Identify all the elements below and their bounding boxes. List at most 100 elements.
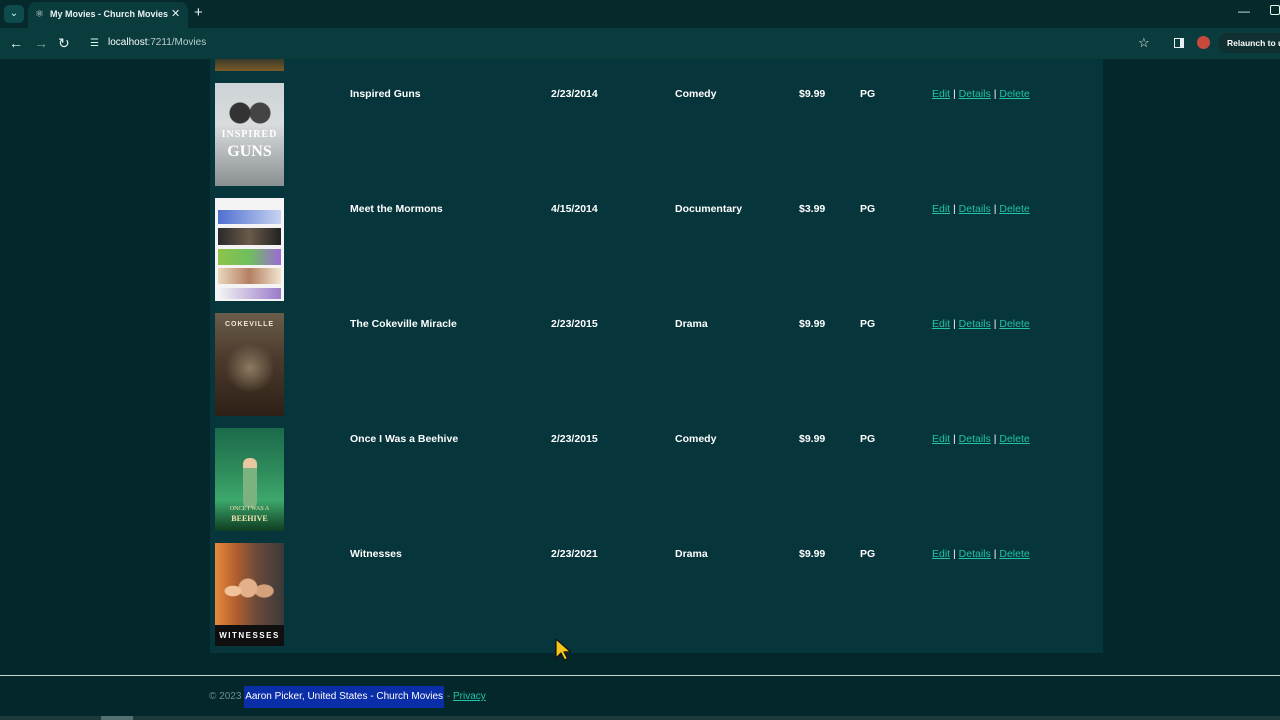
edit-link[interactable]: Edit <box>932 433 950 445</box>
back-arrow-icon[interactable]: ← <box>9 35 23 51</box>
table-row: Meet the Mormons 4/15/2014 Documentary $… <box>210 198 1103 313</box>
separator: | <box>993 88 997 100</box>
movie-price: $9.99 <box>799 88 826 100</box>
browser-toolbar: ← → ↻ ☰ localhost:7211/Movies ☆ Relaunch… <box>0 28 1280 59</box>
movie-genre: Drama <box>675 318 708 330</box>
details-link[interactable]: Details <box>959 88 991 100</box>
poster-text: BEEHIVE <box>231 514 268 523</box>
movie-title: The Cokeville Miracle <box>350 318 457 330</box>
table-row: ONCE I WAS A BEEHIVE Once I Was a Beehiv… <box>210 428 1103 543</box>
movie-genre: Documentary <box>675 203 743 215</box>
poster-band <box>218 288 281 299</box>
delete-link[interactable]: Delete <box>999 203 1029 215</box>
delete-link[interactable]: Delete <box>999 433 1029 445</box>
row-actions: Edit | Details | Delete <box>932 433 1030 445</box>
poster-band <box>218 249 281 265</box>
separator: | <box>953 318 956 330</box>
separator: | <box>953 88 956 100</box>
page-viewport: INSPIRED GUNS Inspired Guns 2/23/2014 Co… <box>0 59 1280 720</box>
movie-rating: PG <box>860 88 876 100</box>
movie-price: $9.99 <box>799 548 826 560</box>
movie-rating: PG <box>860 318 876 330</box>
movie-price: $9.99 <box>799 433 826 445</box>
row-actions: Edit | Details | Delete <box>932 88 1030 100</box>
restore-window-icon[interactable] <box>1270 5 1280 15</box>
delete-link[interactable]: Delete <box>999 548 1029 560</box>
separator: | <box>993 318 997 330</box>
movie-price: $3.99 <box>799 203 826 215</box>
details-link[interactable]: Details <box>959 548 991 560</box>
details-link[interactable]: Details <box>959 318 991 330</box>
delete-link[interactable]: Delete <box>999 88 1029 100</box>
details-link[interactable]: Details <box>959 433 991 445</box>
bookmark-star-icon[interactable]: ☆ <box>1138 35 1150 51</box>
movie-title: Meet the Mormons <box>350 203 443 215</box>
movie-title: Witnesses <box>350 548 402 560</box>
poster-text: COKEVILLE <box>224 321 275 328</box>
poster-text: ONCE I WAS A <box>229 506 270 512</box>
separator: | <box>993 548 997 560</box>
previous-movie-poster <box>215 59 284 71</box>
movie-genre: Comedy <box>675 88 717 100</box>
url-host: localhost <box>108 37 148 48</box>
details-link[interactable]: Details <box>959 203 991 215</box>
url-path: :7211/Movies <box>147 37 207 48</box>
row-actions: Edit | Details | Delete <box>932 203 1030 215</box>
table-row: INSPIRED GUNS Inspired Guns 2/23/2014 Co… <box>210 83 1103 198</box>
movie-genre: Comedy <box>675 433 717 445</box>
separator: | <box>993 203 997 215</box>
tab-search-chevron-icon[interactable]: ⌄ <box>4 5 24 23</box>
edit-link[interactable]: Edit <box>932 318 950 330</box>
address-bar[interactable]: localhost:7211/Movies <box>108 37 206 48</box>
footer-text: © 2023 Aaron Picker, United States - Chu… <box>209 686 486 708</box>
movie-rating: PG <box>860 548 876 560</box>
movie-poster: ONCE I WAS A BEEHIVE <box>215 428 284 531</box>
new-tab-plus-icon[interactable]: + <box>194 5 203 21</box>
edit-link[interactable]: Edit <box>932 203 950 215</box>
table-row: COKEVILLE The Cokeville Miracle 2/23/201… <box>210 313 1103 428</box>
movie-release-date: 2/23/2014 <box>551 88 598 100</box>
horizontal-scrollbar[interactable] <box>0 716 1280 720</box>
edit-link[interactable]: Edit <box>932 548 950 560</box>
close-tab-icon[interactable]: ✕ <box>171 7 180 21</box>
profile-avatar-icon[interactable] <box>1197 36 1210 49</box>
poster-band <box>218 210 281 224</box>
poster-text: GUNS <box>227 143 272 160</box>
movies-table: INSPIRED GUNS Inspired Guns 2/23/2014 Co… <box>210 59 1103 653</box>
movie-release-date: 2/23/2015 <box>551 318 598 330</box>
movie-poster: COKEVILLE <box>215 313 284 416</box>
movie-poster: INSPIRED GUNS <box>215 83 284 186</box>
relaunch-button[interactable]: Relaunch to up <box>1218 33 1280 53</box>
poster-art <box>225 343 275 393</box>
browser-tab[interactable]: ⚛ My Movies - Church Movies ✕ <box>28 2 188 28</box>
movie-release-date: 2/23/2021 <box>551 548 598 560</box>
movie-release-date: 2/23/2015 <box>551 433 598 445</box>
movie-poster <box>215 198 284 301</box>
movie-genre: Drama <box>675 548 708 560</box>
page-footer: © 2023 Aaron Picker, United States - Chu… <box>0 675 1280 720</box>
privacy-link[interactable]: Privacy <box>453 691 486 702</box>
movie-rating: PG <box>860 433 876 445</box>
row-actions: Edit | Details | Delete <box>932 548 1030 560</box>
mouse-cursor-icon <box>555 638 572 661</box>
delete-link[interactable]: Delete <box>999 318 1029 330</box>
movie-rating: PG <box>860 203 876 215</box>
side-panel-icon[interactable] <box>1174 38 1184 48</box>
site-info-icon[interactable]: ☰ <box>90 38 99 49</box>
separator: | <box>953 548 956 560</box>
edit-link[interactable]: Edit <box>932 88 950 100</box>
poster-faces <box>221 561 281 621</box>
scrollbar-thumb[interactable] <box>101 716 133 720</box>
poster-band <box>218 268 281 284</box>
movie-title: Inspired Guns <box>350 88 421 100</box>
poster-band <box>218 228 281 245</box>
movie-title: Once I Was a Beehive <box>350 433 459 445</box>
poster-figure <box>243 458 257 508</box>
separator: | <box>953 203 956 215</box>
minimize-window-icon[interactable]: — <box>1238 4 1250 18</box>
poster-text: WITNESSES <box>215 625 284 646</box>
forward-arrow-icon[interactable]: → <box>34 35 48 51</box>
movie-release-date: 4/15/2014 <box>551 203 598 215</box>
reload-icon[interactable]: ↻ <box>58 35 70 51</box>
relaunch-label: Relaunch to up <box>1227 38 1280 48</box>
